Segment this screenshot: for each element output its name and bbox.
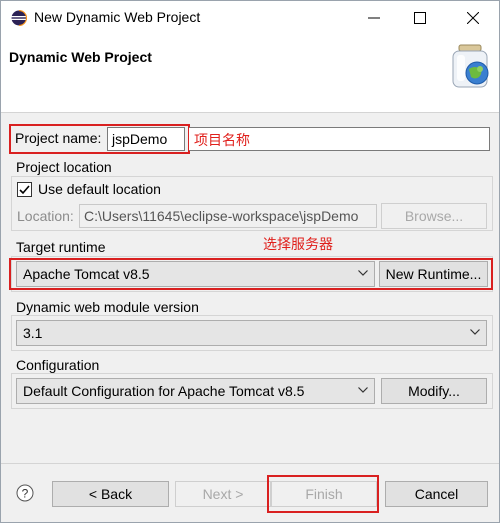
dialog-window: New Dynamic Web Project Dynamic Web Proj… [0, 0, 500, 523]
module-version-select[interactable]: 3.1 [16, 320, 487, 346]
location-label: Location: [17, 208, 74, 224]
runtime-annotation: 选择服务器 [263, 236, 333, 252]
project-location-label: Project location [16, 159, 112, 175]
web-project-jar-icon [452, 44, 489, 88]
maximize-icon [414, 12, 426, 24]
modify-button[interactable]: Modify... [381, 378, 487, 404]
target-runtime-label: Target runtime [16, 239, 106, 255]
maximize-button[interactable] [397, 1, 443, 35]
project-name-input[interactable]: jspDemo [107, 127, 185, 151]
project-name-annotation: 项目名称 [194, 132, 250, 148]
next-button[interactable]: Next > [175, 481, 271, 507]
close-button[interactable] [450, 1, 496, 35]
svg-text:?: ? [22, 487, 29, 501]
runtime-highlight [9, 258, 493, 290]
help-icon[interactable]: ? [16, 484, 34, 502]
footer-divider [1, 463, 499, 464]
close-icon [467, 12, 479, 24]
configuration-value: Default Configuration for Apache Tomcat … [23, 383, 305, 399]
configuration-select[interactable]: Default Configuration for Apache Tomcat … [16, 378, 375, 404]
location-input[interactable]: C:\Users\11645\eclipse-workspace\jspDemo [79, 204, 377, 228]
module-version-label: Dynamic web module version [16, 299, 199, 315]
checkmark-icon [19, 185, 30, 195]
chevron-down-icon [358, 387, 368, 393]
configuration-label: Configuration [16, 357, 100, 373]
window-title: New Dynamic Web Project [34, 9, 201, 25]
page-title: Dynamic Web Project [9, 49, 152, 65]
cancel-button[interactable]: Cancel [385, 481, 488, 507]
minimize-button[interactable] [351, 1, 397, 35]
title-bar[interactable]: New Dynamic Web Project [1, 1, 499, 35]
minimize-icon [368, 17, 380, 19]
chevron-down-icon [470, 329, 480, 335]
back-button[interactable]: < Back [52, 481, 169, 507]
module-version-value: 3.1 [23, 325, 43, 341]
use-default-checkbox[interactable] [17, 182, 32, 197]
wizard-header: Dynamic Web Project [1, 35, 499, 113]
project-name-label: Project name: [15, 130, 102, 146]
eclipse-icon [11, 10, 27, 26]
use-default-label[interactable]: Use default location [38, 181, 161, 197]
finish-highlight [267, 475, 379, 513]
browse-button[interactable]: Browse... [381, 203, 487, 229]
